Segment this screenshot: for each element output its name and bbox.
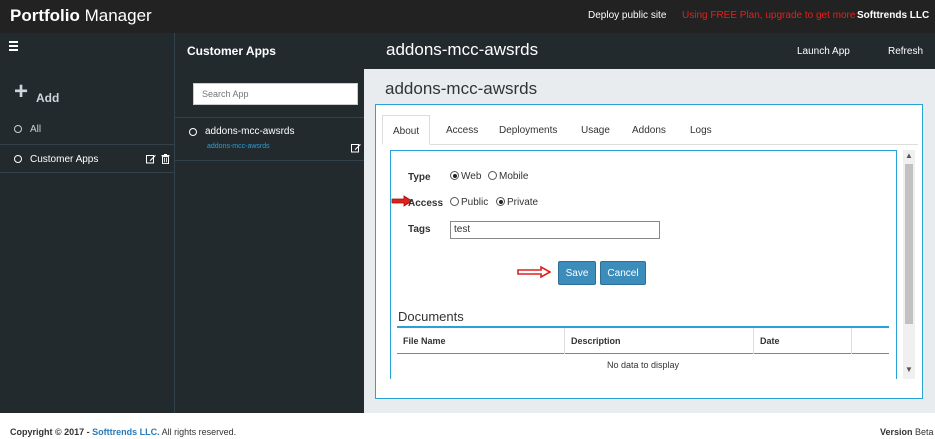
- tags-input[interactable]: test: [450, 221, 660, 239]
- tab-bar: About Access Deployments Usage Addons Lo…: [382, 115, 918, 145]
- radio-icon: [450, 197, 459, 206]
- sidebar-item-label: All: [30, 124, 42, 135]
- documents-heading: Documents: [398, 309, 464, 324]
- about-form-container: Type Web Mobile Access Public Private Ta…: [390, 150, 897, 379]
- sidebar-item-all[interactable]: All: [0, 115, 174, 144]
- column-date[interactable]: Date: [754, 328, 852, 354]
- tab-about[interactable]: About: [382, 115, 430, 145]
- plus-icon: +: [14, 78, 29, 105]
- vertical-scrollbar[interactable]: ▲ ▼: [903, 150, 915, 379]
- access-option-public[interactable]: Public: [450, 197, 488, 208]
- main-header: addons-mcc-awsrds Launch App Refresh: [364, 33, 935, 69]
- add-label: Add: [36, 91, 60, 105]
- tags-label: Tags: [408, 224, 431, 235]
- copyright-text: Copyright © 2017 - Softtrends LLC. All r…: [10, 427, 237, 437]
- footer-company-link[interactable]: Softtrends LLC.: [92, 427, 160, 437]
- circle-icon: [189, 128, 197, 136]
- documents-table: File Name Description Date No data to di…: [397, 326, 889, 370]
- type-option-web[interactable]: Web: [450, 171, 481, 182]
- tab-usage[interactable]: Usage: [581, 115, 610, 145]
- access-option-private[interactable]: Private: [496, 197, 538, 208]
- tab-addons[interactable]: Addons: [632, 115, 666, 145]
- edit-icon[interactable]: [146, 154, 156, 164]
- radio-checked-icon: [450, 171, 459, 180]
- main-content: addons-mcc-awsrds About Access Deploymen…: [364, 69, 935, 413]
- app-name: addons-mcc-awsrds: [205, 126, 295, 137]
- menu-icon[interactable]: [9, 41, 19, 51]
- red-arrow-icon: [517, 266, 551, 278]
- search-app-input[interactable]: [193, 83, 358, 105]
- deploy-public-site-link[interactable]: Deploy public site: [588, 10, 666, 21]
- tab-deployments[interactable]: Deployments: [499, 115, 557, 145]
- trash-icon[interactable]: [161, 154, 170, 164]
- radio-checked-icon: [496, 197, 505, 206]
- app-list-title: Customer Apps: [187, 44, 276, 58]
- save-button[interactable]: Save: [558, 261, 596, 285]
- table-header: File Name Description Date: [397, 328, 889, 354]
- type-option-mobile[interactable]: Mobile: [488, 171, 528, 182]
- brand-bold: Portfolio: [10, 6, 80, 25]
- app-brand[interactable]: Portfolio Manager: [10, 6, 152, 26]
- column-description[interactable]: Description: [565, 328, 754, 354]
- app-details-panel: About Access Deployments Usage Addons Lo…: [375, 104, 923, 399]
- upgrade-plan-link[interactable]: Using FREE Plan, upgrade to get more: [682, 10, 855, 21]
- page-footer: Copyright © 2017 - Softtrends LLC. All r…: [0, 413, 935, 439]
- radio-icon: [488, 171, 497, 180]
- circle-icon: [14, 125, 22, 133]
- scroll-down-icon[interactable]: ▼: [905, 365, 913, 374]
- refresh-button[interactable]: Refresh: [888, 46, 923, 57]
- company-menu-link[interactable]: Softtrends LLC: [857, 10, 929, 21]
- tab-access[interactable]: Access: [446, 115, 478, 145]
- launch-app-button[interactable]: Launch App: [797, 46, 850, 57]
- top-navbar: Portfolio Manager Deploy public site Usi…: [0, 0, 935, 33]
- main-header-title: addons-mcc-awsrds: [386, 40, 539, 59]
- page-title: addons-mcc-awsrds: [385, 79, 538, 98]
- app-subtitle-link[interactable]: addons-mcc-awsrds: [207, 143, 270, 150]
- left-sidebar: + Add All Customer Apps: [0, 33, 174, 413]
- cancel-button[interactable]: Cancel: [600, 261, 646, 285]
- scroll-thumb[interactable]: [905, 164, 913, 324]
- app-list-panel: Customer Apps addons-mcc-awsrds addons-m…: [174, 33, 365, 413]
- edit-icon[interactable]: [351, 143, 361, 153]
- type-label: Type: [408, 172, 431, 183]
- sidebar-item-label: Customer Apps: [30, 154, 99, 165]
- app-list-item[interactable]: addons-mcc-awsrds addons-mcc-awsrds: [175, 117, 365, 161]
- access-label: Access: [408, 198, 444, 209]
- scroll-up-icon[interactable]: ▲: [905, 151, 913, 160]
- tab-logs[interactable]: Logs: [690, 115, 712, 145]
- brand-rest: Manager: [79, 6, 152, 25]
- circle-icon: [14, 155, 22, 163]
- version-text: Version Beta: [880, 427, 934, 437]
- sidebar-item-customer-apps[interactable]: Customer Apps: [0, 144, 174, 173]
- empty-table-message: No data to display: [606, 360, 680, 370]
- column-file-name[interactable]: File Name: [397, 328, 565, 354]
